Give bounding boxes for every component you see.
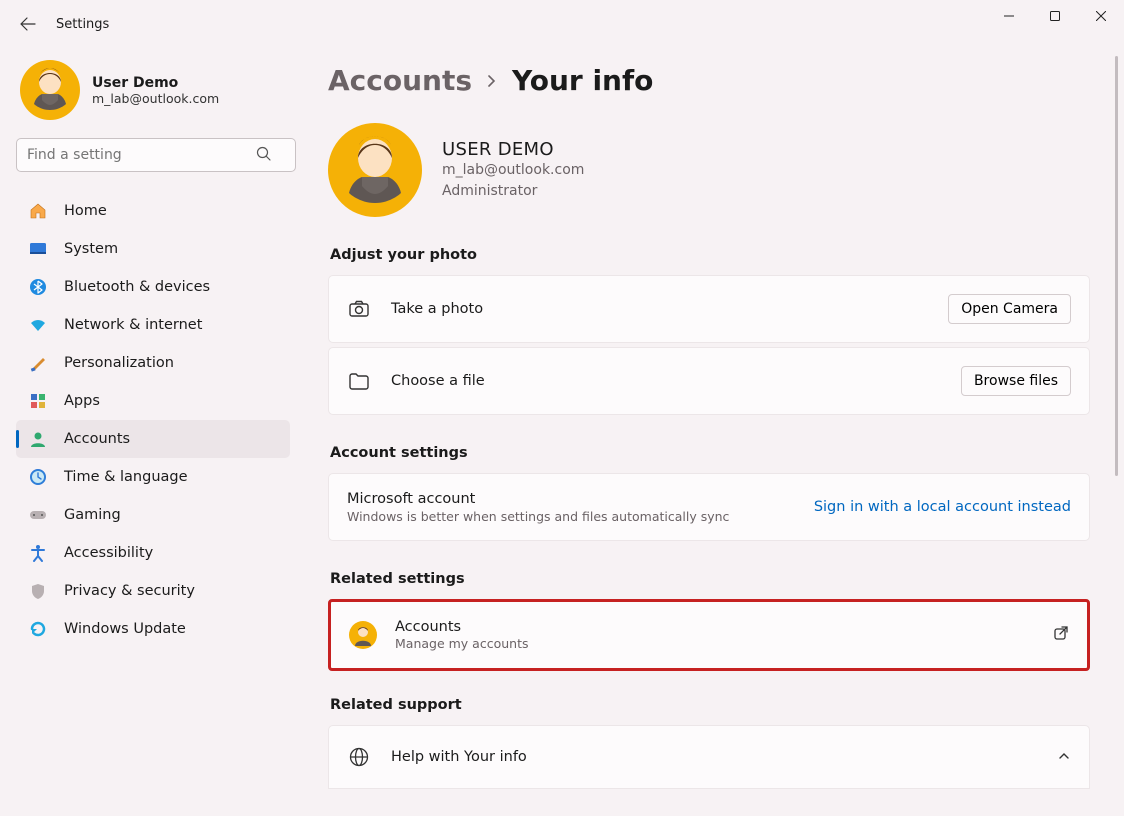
- sidebar-item-label: Network & internet: [64, 317, 202, 333]
- choose-file-label: Choose a file: [391, 373, 961, 389]
- minimize-button[interactable]: [986, 0, 1032, 32]
- window-controls: [986, 0, 1124, 32]
- search-icon: [256, 146, 272, 166]
- sidebar-item-label: System: [64, 241, 118, 257]
- sidebar-item-label: Bluetooth & devices: [64, 279, 210, 295]
- sidebar-item-gaming[interactable]: Gaming: [16, 496, 290, 534]
- accessibility-icon: [28, 543, 48, 563]
- user-email: m_lab@outlook.com: [92, 91, 219, 106]
- update-icon: [28, 619, 48, 639]
- titlebar: Settings: [0, 0, 1124, 48]
- sidebar-user[interactable]: User Demo m_lab@outlook.com: [16, 60, 290, 120]
- sidebar-item-accounts[interactable]: Accounts: [16, 420, 290, 458]
- close-icon: [1096, 11, 1106, 21]
- help-row[interactable]: Help with Your info: [328, 725, 1090, 789]
- window-title: Settings: [56, 17, 109, 32]
- sidebar-item-label: Windows Update: [64, 621, 186, 637]
- sidebar-item-label: Accessibility: [64, 545, 153, 561]
- local-account-link[interactable]: Sign in with a local account instead: [814, 499, 1071, 515]
- take-photo-row: Take a photo Open Camera: [328, 275, 1090, 343]
- related-accounts-label: Accounts: [395, 619, 1053, 635]
- chevron-up-icon: [1057, 748, 1071, 767]
- sidebar-item-label: Personalization: [64, 355, 174, 371]
- sidebar-item-apps[interactable]: Apps: [16, 382, 290, 420]
- breadcrumb: Accounts Your info: [328, 64, 1090, 97]
- search-input[interactable]: [16, 138, 296, 172]
- microsoft-account-row: Microsoft account Windows is better when…: [328, 473, 1090, 541]
- sidebar-item-network[interactable]: Network & internet: [16, 306, 290, 344]
- sidebar-item-label: Time & language: [64, 469, 188, 485]
- chevron-right-icon: [486, 71, 498, 92]
- system-icon: [28, 239, 48, 259]
- browse-files-button[interactable]: Browse files: [961, 366, 1071, 396]
- profile-email: m_lab@outlook.com: [442, 160, 584, 180]
- wifi-icon: [28, 315, 48, 335]
- shield-icon: [28, 581, 48, 601]
- ms-account-label: Microsoft account: [347, 491, 814, 507]
- maximize-icon: [1050, 11, 1060, 21]
- sidebar-item-label: Home: [64, 203, 107, 219]
- profile-name: USER DEMO: [442, 139, 584, 160]
- minimize-icon: [1004, 11, 1014, 21]
- open-camera-button[interactable]: Open Camera: [948, 294, 1071, 324]
- take-photo-label: Take a photo: [391, 301, 948, 317]
- sidebar-item-privacy[interactable]: Privacy & security: [16, 572, 290, 610]
- sidebar-item-system[interactable]: System: [16, 230, 290, 268]
- section-title-related: Related settings: [330, 571, 1090, 587]
- breadcrumb-current: Your info: [512, 64, 653, 97]
- arrow-left-icon: [20, 16, 36, 32]
- user-name: User Demo: [92, 75, 219, 91]
- related-accounts-row[interactable]: Accounts Manage my accounts: [328, 599, 1090, 671]
- gaming-icon: [28, 505, 48, 525]
- sidebar: User Demo m_lab@outlook.com Home System …: [0, 48, 300, 816]
- help-label: Help with Your info: [391, 749, 1057, 765]
- main: Accounts Your info USER DEMO m_lab@outl: [300, 48, 1124, 816]
- nav: Home System Bluetooth & devices Network …: [16, 192, 290, 648]
- maximize-button[interactable]: [1032, 0, 1078, 32]
- person-icon: [28, 429, 48, 449]
- sidebar-item-bluetooth[interactable]: Bluetooth & devices: [16, 268, 290, 306]
- accounts-avatar-icon: [349, 621, 377, 649]
- choose-file-row: Choose a file Browse files: [328, 347, 1090, 415]
- apps-icon: [28, 391, 48, 411]
- profile-role: Administrator: [442, 181, 584, 201]
- sidebar-item-personalization[interactable]: Personalization: [16, 344, 290, 382]
- section-title-support: Related support: [330, 697, 1090, 713]
- breadcrumb-parent[interactable]: Accounts: [328, 64, 472, 97]
- ms-account-sub: Windows is better when settings and file…: [347, 509, 814, 524]
- sidebar-item-label: Apps: [64, 393, 100, 409]
- sidebar-item-accessibility[interactable]: Accessibility: [16, 534, 290, 572]
- brush-icon: [28, 353, 48, 373]
- related-accounts-sub: Manage my accounts: [395, 636, 1053, 651]
- globe-icon: [347, 745, 371, 769]
- sidebar-item-time[interactable]: Time & language: [16, 458, 290, 496]
- folder-icon: [347, 369, 371, 393]
- scrollbar[interactable]: [1115, 56, 1118, 476]
- section-title-photo: Adjust your photo: [330, 247, 1090, 263]
- bluetooth-icon: [28, 277, 48, 297]
- profile-block: USER DEMO m_lab@outlook.com Administrato…: [328, 123, 1090, 217]
- clock-icon: [28, 467, 48, 487]
- back-button[interactable]: [18, 14, 38, 34]
- search-container: [16, 138, 290, 172]
- camera-icon: [347, 297, 371, 321]
- sidebar-item-label: Gaming: [64, 507, 121, 523]
- sidebar-item-label: Accounts: [64, 431, 130, 447]
- home-icon: [28, 201, 48, 221]
- avatar: [20, 60, 80, 120]
- close-button[interactable]: [1078, 0, 1124, 32]
- sidebar-item-label: Privacy & security: [64, 583, 195, 599]
- avatar-large: [328, 123, 422, 217]
- sidebar-item-home[interactable]: Home: [16, 192, 290, 230]
- external-link-icon: [1053, 625, 1069, 645]
- sidebar-item-update[interactable]: Windows Update: [16, 610, 290, 648]
- section-title-account: Account settings: [330, 445, 1090, 461]
